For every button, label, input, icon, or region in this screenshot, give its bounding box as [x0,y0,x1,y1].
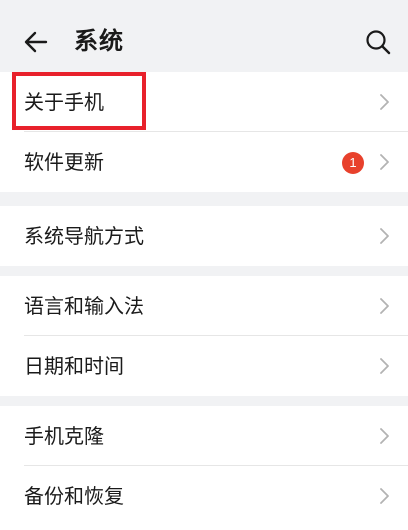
chevron-right-icon [380,358,389,374]
settings-item-label: 系统导航方式 [24,224,144,248]
settings-item-label: 备份和恢复 [24,484,124,508]
settings-item-label: 手机克隆 [24,424,104,448]
settings-item-software-update[interactable]: 软件更新 1 [0,132,408,192]
settings-item-date-time[interactable]: 日期和时间 [0,336,408,396]
settings-item-system-navigation[interactable]: 系统导航方式 [0,206,408,266]
chevron-right-icon [380,428,389,444]
notification-badge: 1 [342,152,364,174]
settings-item-about-phone[interactable]: 关于手机 [0,72,408,132]
search-icon[interactable] [364,28,392,56]
chevron-right-icon [380,228,389,244]
top-app-bar: 系统 [0,0,408,74]
settings-group-language-time: 语言和输入法 日期和时间 [0,276,408,396]
arrow-left-icon[interactable] [22,28,50,56]
chevron-right-icon [380,94,389,110]
chevron-right-icon [380,298,389,314]
settings-group-navigation: 系统导航方式 [0,206,408,266]
settings-item-label: 日期和时间 [24,354,124,378]
settings-group-device: 关于手机 软件更新 1 [0,72,408,192]
settings-item-language-input[interactable]: 语言和输入法 [0,276,408,336]
settings-item-label: 软件更新 [24,150,104,174]
settings-item-phone-clone[interactable]: 手机克隆 [0,406,408,466]
settings-item-backup-restore[interactable]: 备份和恢复 [0,466,408,526]
chevron-right-icon [380,488,389,504]
chevron-right-icon [380,154,389,170]
page-title: 系统 [74,27,124,55]
settings-item-label: 关于手机 [24,90,104,114]
settings-item-label: 语言和输入法 [24,294,144,318]
settings-group-clone-backup: 手机克隆 备份和恢复 [0,406,408,530]
